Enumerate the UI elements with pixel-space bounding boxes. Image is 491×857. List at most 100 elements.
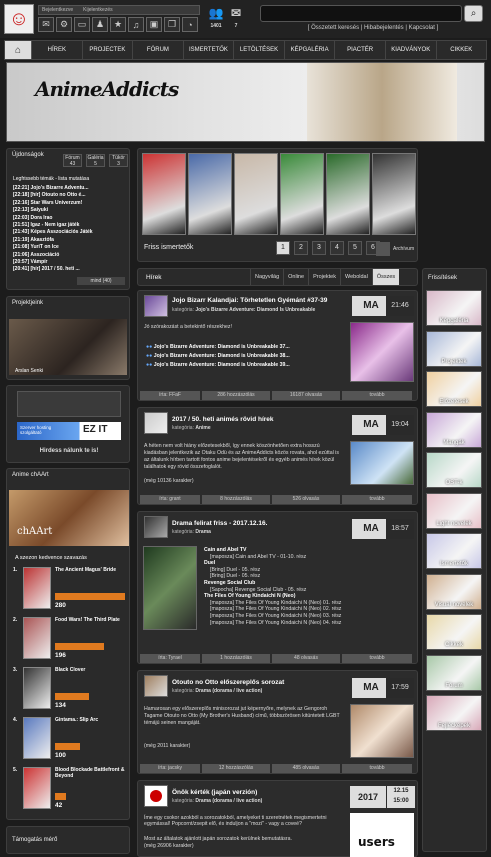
link-item[interactable]: ●● Jojo's Bizarre Adventure: Diamond is … [146, 361, 290, 370]
search-input[interactable] [260, 5, 462, 22]
home-button[interactable]: ⌂ [5, 41, 32, 59]
post-comments[interactable]: 8 hozzászólás [202, 495, 270, 504]
vote-row[interactable]: 2. Food Wars! The Third Plate 196 [13, 615, 125, 661]
nav-item[interactable]: PROJECTEK [83, 41, 134, 59]
release-line[interactable]: [maposza] The Files Of Young Kindaichi N… [204, 606, 341, 613]
star-icon[interactable]: ★ [110, 17, 126, 32]
chat-icon[interactable]: ❐ [164, 17, 180, 32]
archive-icon[interactable] [376, 242, 390, 256]
post-more[interactable]: tovább [342, 654, 412, 663]
update-item[interactable]: OST-k [426, 452, 482, 488]
tab-forum[interactable]: Fórum 43 [63, 154, 82, 167]
news-tab-active[interactable]: Összes [371, 269, 400, 285]
post-image[interactable]: users [350, 813, 414, 857]
post-author[interactable]: írta: jacsky [140, 764, 200, 773]
page-button[interactable]: 5 [348, 241, 362, 255]
project-image[interactable] [9, 319, 127, 375]
nav-item[interactable]: KÉPGALÉRIA [285, 41, 336, 59]
user-box[interactable]: Bejelentkezve Kijelentkezés [38, 5, 200, 15]
forum-topic-item[interactable]: [20:57] Vámpír [13, 259, 127, 266]
forum-topic-item[interactable]: [22:18] [hír] Otouto no Otto é... [13, 192, 127, 199]
post-author[interactable]: írta: FFaF [140, 391, 200, 400]
forum-topic-item[interactable]: [22:21] Jojo's Bizarre Adventu... [13, 185, 127, 192]
link-item[interactable]: ●● Jojo's Bizarre Adventure: Diamond is … [146, 343, 290, 352]
post-image[interactable] [350, 322, 414, 382]
post-title[interactable]: Önök kérték (japán verzión) [172, 789, 257, 796]
category-link[interactable]: Drama (dorama / live action) [195, 688, 262, 694]
nav-item[interactable]: PIACTÉR [335, 41, 386, 59]
update-item[interactable]: Cikkek [426, 614, 482, 650]
update-item[interactable]: Mangák [426, 411, 482, 448]
news-tab[interactable]: Nagyvilág [250, 269, 283, 285]
release-line[interactable]: [maposza] Cain and Abel TV - 01-10. rész [204, 554, 341, 561]
tab-tukor[interactable]: Tükör 3 [109, 154, 128, 167]
post-more[interactable]: tovább [342, 391, 412, 400]
post-title[interactable]: Jojo Bizarr Kalandjai: Törhetetlen Gyémá… [172, 297, 327, 304]
post-more[interactable]: tovább [342, 764, 412, 773]
news-tab[interactable]: Projektek [308, 269, 340, 285]
post-comments[interactable]: 12 hozzászólás [202, 764, 270, 773]
vote-row[interactable]: 5. Blood Blockade Battlefront & Beyond 42 [13, 765, 125, 811]
nav-item[interactable]: HÍREK [32, 41, 83, 59]
person-icon[interactable]: ♟ [92, 17, 108, 32]
forum-topic-item[interactable]: [21:51] Igaz - Nem igaz játék [13, 222, 127, 229]
post-image[interactable] [350, 441, 414, 485]
update-item[interactable]: Ismertetők [426, 533, 482, 569]
link-item[interactable]: ●● Jojo's Bizarre Adventure: Diamond is … [146, 352, 290, 361]
release-line[interactable]: [Sapocha] Revenge Social Club - 05. rész [204, 587, 341, 594]
messages-counter[interactable]: ✉ 7 [226, 6, 246, 29]
ad-caption[interactable]: Hirdess nálunk te is! [7, 448, 131, 454]
forum-topic-item[interactable]: [21:19] Akasztófa [13, 237, 127, 244]
list-title[interactable]: Legfrissebb témák - lista mutatása [13, 176, 89, 182]
ad-banner[interactable]: Szerver hosting szolgáltató EZ IT [17, 422, 121, 440]
nav-item[interactable]: FÓRUM [133, 41, 184, 59]
post-title[interactable]: 2017 / 50. heti animés rövid hírek [172, 416, 274, 423]
post-title[interactable]: Otouto no Otto előszereplős sorozat [172, 679, 284, 686]
review-cover[interactable] [234, 153, 278, 235]
search-links[interactable]: [ Összetett keresés | Hibabejelentés | K… [258, 25, 488, 31]
forum-topic-item[interactable]: [21:06] Asszociáció [13, 252, 127, 259]
vote-row[interactable]: 4. Gintama.: Slip Arc 100 [13, 715, 125, 761]
news-tab[interactable]: Online [283, 269, 308, 285]
update-item[interactable]: Fórum [426, 654, 482, 691]
mail-icon[interactable]: ✉ [38, 17, 54, 32]
release-line[interactable]: [maposza] The Files Of Young Kindaichi N… [204, 600, 341, 607]
category-link[interactable]: Anime [195, 425, 210, 431]
post-author[interactable]: írta: grant [140, 495, 200, 504]
forum-topic-item[interactable]: [22:13] Saiyuki [13, 207, 127, 214]
release-line[interactable]: [Bring] Duel - 05. rész [204, 573, 341, 580]
vote-row[interactable]: 1. The Ancient Magus' Bride 280 [13, 565, 125, 611]
forum-topic-item[interactable]: [20:41] [hír] 2017 / 50. heti ... [13, 266, 127, 273]
post-author[interactable]: írta: Tyrael [140, 654, 200, 663]
search-button[interactable]: ⌕ [464, 5, 483, 22]
post-image[interactable] [350, 704, 414, 758]
forum-topic-item[interactable]: [22:03] Dora Irao [13, 215, 127, 222]
ad-slot[interactable] [17, 391, 121, 417]
logout-link[interactable]: Kijelentkezés [83, 7, 112, 13]
review-cover[interactable] [326, 153, 370, 235]
post-comments[interactable]: 1 hozzászólás [202, 654, 270, 663]
post-title[interactable]: Drama felirat friss - 2017.12.16. [172, 520, 267, 527]
forum-topic-item[interactable]: [22:16] Star Wars Univerzum! [13, 200, 127, 207]
post-image[interactable] [143, 546, 197, 630]
release-line[interactable]: [maposza] The Files Of Young Kindaichi N… [204, 620, 341, 627]
music-icon[interactable]: ♫ [128, 17, 144, 32]
vote-row[interactable]: 3. Black Clover 134 [13, 665, 125, 711]
page-button[interactable]: 3 [312, 241, 326, 255]
archive-link[interactable]: Archívum [393, 246, 414, 252]
gear-icon[interactable]: ⚙ [56, 17, 72, 32]
nav-item[interactable]: LETÖLTÉSEK [234, 41, 285, 59]
page-button[interactable]: 2 [294, 241, 308, 255]
user-avatar[interactable]: ☺ [4, 4, 34, 34]
review-cover[interactable] [188, 153, 232, 235]
review-cover[interactable] [142, 153, 186, 235]
update-item[interactable]: Visual novelek [426, 573, 482, 610]
update-item[interactable]: Előzetesek [426, 371, 482, 407]
news-tab[interactable]: Weboldal [340, 269, 372, 285]
category-link[interactable]: Jojo's Bizarre Adventure: Diamond Is Unb… [195, 307, 315, 313]
nav-item[interactable]: KIADVÁNYOK [386, 41, 437, 59]
site-logo[interactable]: AnimeAddicts [35, 77, 179, 101]
nav-item[interactable]: ISMERTETŐK [184, 41, 235, 59]
monitor-icon[interactable]: ▭ [74, 17, 90, 32]
update-item[interactable]: Képgaléria [426, 290, 482, 326]
